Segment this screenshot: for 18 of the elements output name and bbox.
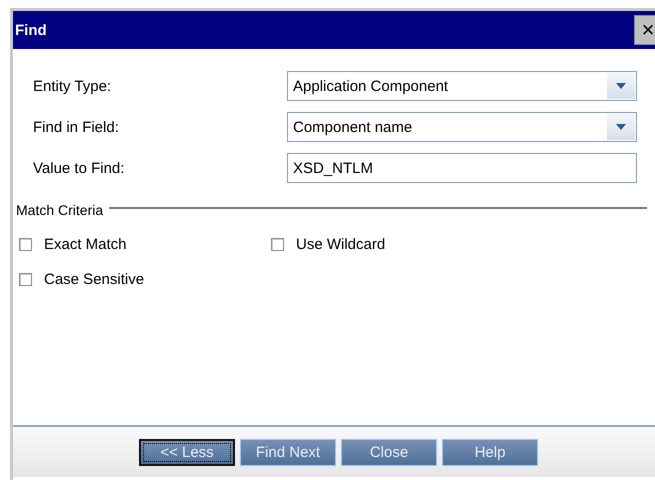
checkbox[interactable] — [19, 238, 32, 251]
checkbox[interactable] — [271, 238, 284, 251]
dropdown-arrow-icon — [616, 83, 626, 89]
close-button[interactable]: × — [634, 15, 655, 45]
checkbox-label: Use Wildcard — [296, 236, 386, 253]
dropdown-arrow-icon — [616, 124, 626, 130]
field-label: Find in Field: — [33, 118, 120, 136]
dialog-button[interactable]: << Less — [139, 438, 235, 466]
field-label: Entity Type: — [33, 78, 112, 94]
checkbox[interactable] — [19, 273, 32, 286]
group-title: Match Criteria — [16, 202, 104, 218]
window-title: Find — [15, 22, 47, 38]
dropdown-field[interactable]: Component name — [287, 112, 637, 142]
checkbox-label: Case Sensitive — [44, 271, 144, 288]
checkbox-label: Exact Match — [44, 236, 127, 253]
dropdown-field[interactable]: Application Component — [287, 71, 637, 101]
input-field[interactable]: XSD_NTLM — [287, 153, 637, 183]
field-label: Value to Find: — [33, 160, 126, 176]
